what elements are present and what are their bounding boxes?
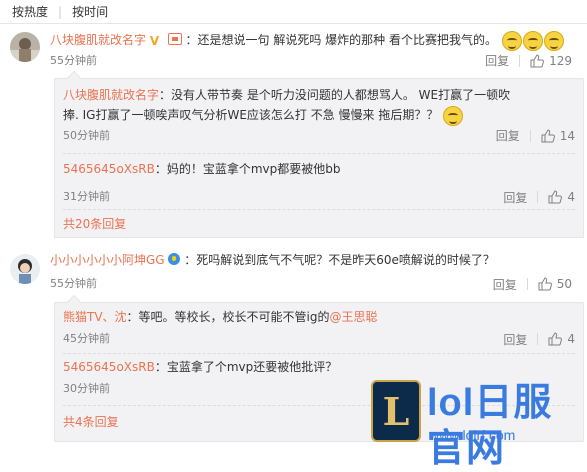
smile-emoji-icon	[501, 30, 522, 51]
divider	[63, 209, 575, 210]
like-count: 14	[559, 128, 575, 143]
timestamp: 55分钟前	[50, 277, 97, 290]
thumbs-up-icon	[548, 190, 563, 204]
avatar[interactable]	[10, 254, 40, 284]
comment-body: 八块腹肌就改名字 V ：还是想说一句 解说死吗 爆炸的那种 看个比赛把我气的。	[50, 30, 580, 51]
comment-body: 小小小小小小阿坤GG ：死吗解说到底气不气呢？不是昨天60e喷解说的时候了？	[50, 250, 580, 270]
comment-text: ：死吗解说到底气不气呢？不是昨天60e喷解说的时候了？	[184, 253, 495, 267]
reply-list: 八块腹肌就改名字：没有人带节奏 是个听力没问题的人都想骂人。 WE打赢了一顿吹 …	[54, 70, 584, 238]
reply-button[interactable]: 回复	[496, 127, 520, 144]
like-count: 4	[567, 332, 575, 346]
view-more-replies-link[interactable]: 共4条回复	[63, 413, 119, 430]
reply-text: 捧. IG打赢了一顿唉声叹气分析WE应该怎么打 不急 慢慢来 拖后期？？	[63, 108, 439, 122]
smile-emoji-icon	[443, 105, 464, 126]
sort-bar: 按热度 | 按时间	[0, 0, 587, 24]
reply-text: ：没有人带节奏 是个听力没问题的人都想骂人。 WE打赢了一顿吹	[159, 88, 511, 102]
comment-meta: 55分钟前 回复 129	[50, 51, 580, 71]
like-button[interactable]: 4	[548, 332, 575, 346]
reply-text: ：妈的！宝蓝拿个mvp都要被他bb	[154, 162, 341, 176]
username-link[interactable]: 5465645oXsRB	[63, 162, 155, 176]
bulb-badge-icon	[168, 253, 181, 265]
lol-logo-icon: L	[371, 380, 421, 442]
comment-text: ：还是想说一句 解说死吗 爆炸的那种 看个比赛把我气的。	[185, 33, 497, 47]
sort-by-time-tab[interactable]: 按时间	[72, 3, 108, 20]
comment-meta: 55分钟前 回复 50	[50, 274, 580, 294]
comment: 八块腹肌就改名字 V ：还是想说一句 解说死吗 爆炸的那种 看个比赛把我气的。 …	[50, 30, 580, 71]
username-link[interactable]: 八块腹肌就改名字	[50, 33, 146, 47]
like-count: 4	[567, 190, 575, 204]
thumbs-up-icon	[530, 53, 545, 67]
timestamp: 55分钟前	[50, 53, 97, 67]
timestamp: 45分钟前	[63, 332, 110, 345]
reply-item: 熊猫TV、沈：等吧。等校长，校长不可能不管ig的@王思聪 45分钟前 回复 4	[63, 307, 575, 349]
watermark-title: lol日服官网	[427, 382, 553, 470]
reply-button[interactable]: 回复	[503, 189, 527, 206]
like-button[interactable]: 50	[538, 277, 572, 291]
timestamp: 30分钟前	[63, 382, 110, 395]
divider	[537, 333, 539, 345]
divider	[526, 278, 528, 290]
timestamp: 31分钟前	[63, 190, 110, 203]
smile-emoji-icon	[543, 30, 564, 51]
thumbs-up-icon	[538, 277, 552, 291]
divider	[529, 129, 531, 142]
like-count: 129	[549, 53, 572, 68]
timestamp: 50分钟前	[63, 128, 110, 142]
divider	[519, 54, 521, 67]
view-more-replies-link[interactable]: 共20条回复	[63, 215, 126, 232]
comment: 小小小小小小阿坤GG ：死吗解说到底气不气呢？不是昨天60e喷解说的时候了？ 5…	[50, 250, 580, 294]
divider	[63, 353, 575, 354]
like-button[interactable]: 129	[530, 54, 572, 68]
divider	[63, 153, 575, 154]
comment-actions: 回复 129	[485, 51, 572, 71]
username-link[interactable]: 熊猫TV、沈	[63, 310, 127, 324]
fan-badge-icon	[167, 33, 182, 45]
like-count: 50	[556, 277, 572, 291]
username-link[interactable]: 小小小小小小阿坤GG	[50, 253, 165, 267]
like-button[interactable]: 4	[548, 190, 575, 204]
avatar[interactable]	[10, 32, 40, 62]
reply-button[interactable]: 回复	[485, 52, 509, 69]
username-link[interactable]: 5465645oXsRB	[63, 360, 155, 374]
thumbs-up-icon	[541, 128, 555, 142]
divider	[537, 191, 539, 203]
sort-divider: |	[58, 4, 63, 19]
reply-button[interactable]: 回复	[493, 276, 517, 293]
username-link[interactable]: 八块腹肌就改名字	[63, 88, 159, 102]
verified-v-icon: V	[149, 34, 160, 48]
reply-item: 5465645oXsRB：妈的！宝蓝拿个mvp都要被他bb 31分钟前 回复 4	[63, 159, 575, 207]
site-watermark: L lol日服官网 www.lolrf.com	[371, 380, 587, 470]
reply-button[interactable]: 回复	[503, 331, 527, 348]
thumbs-up-icon	[548, 332, 563, 346]
smile-emoji-icon	[522, 30, 543, 51]
reply-text: ：等吧。等校长，校长不可能不管ig的	[126, 310, 330, 324]
reply-text: ：宝蓝拿了个mvp还要被他批评？	[154, 360, 338, 374]
watermark-url: www.lolrf.com	[429, 427, 516, 443]
reply-item: 八块腹肌就改名字：没有人带节奏 是个听力没问题的人都想骂人。 WE打赢了一顿吹 …	[63, 85, 575, 146]
comment-actions: 回复 50	[493, 274, 572, 294]
sort-by-hot-tab[interactable]: 按热度	[12, 3, 48, 20]
mention-link[interactable]: @王思聪	[330, 310, 378, 324]
like-button[interactable]: 14	[541, 129, 575, 143]
